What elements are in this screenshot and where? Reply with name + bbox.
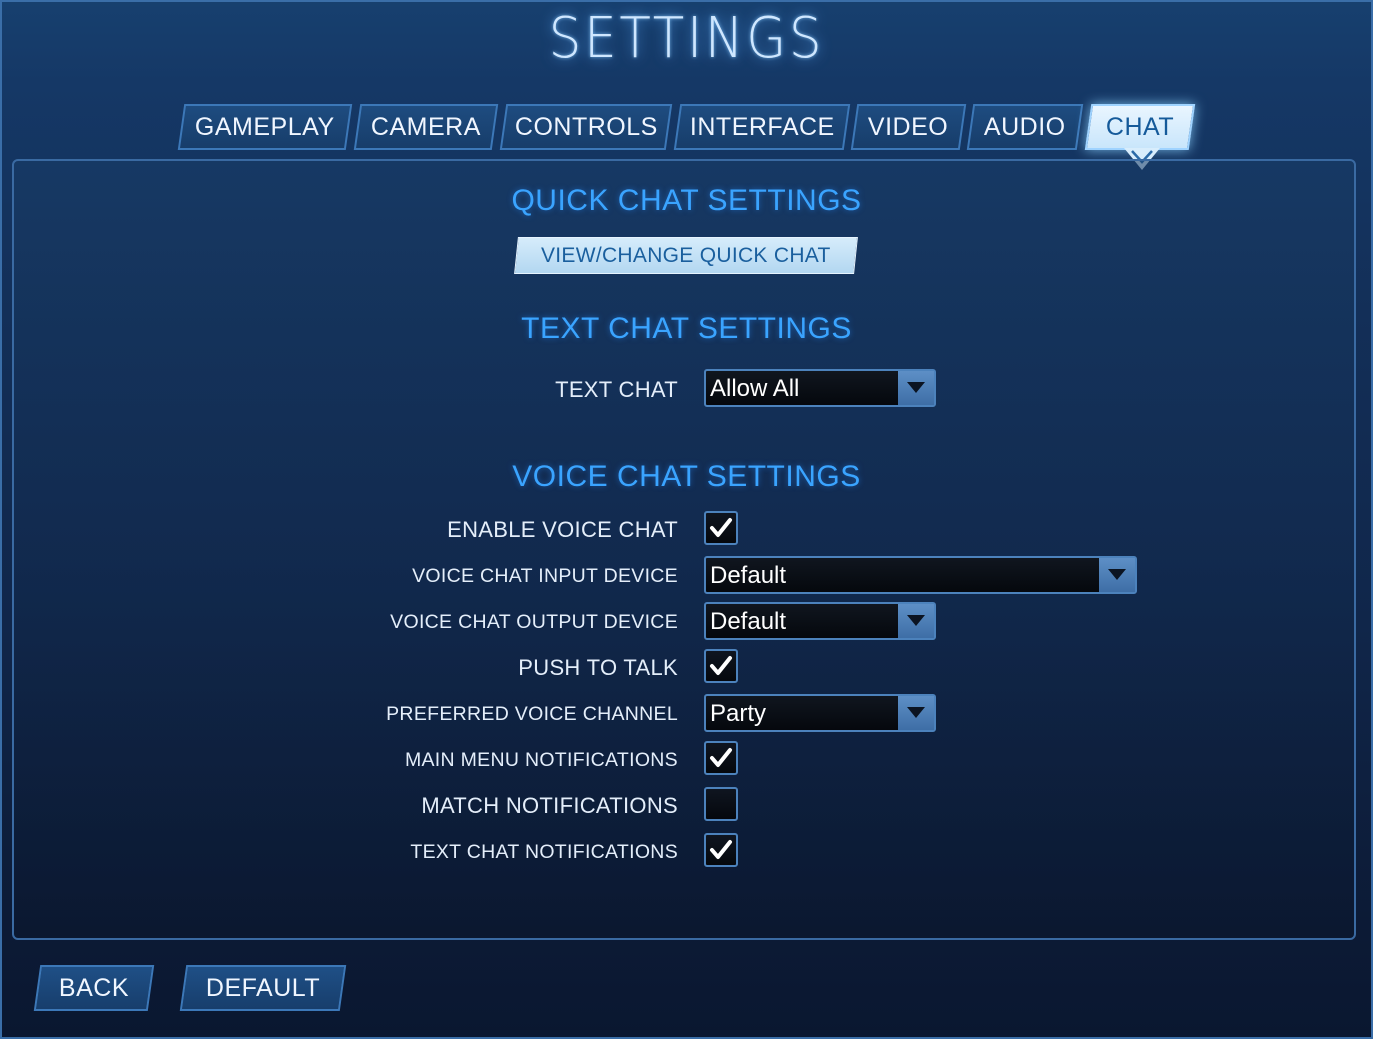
main-menu-notifications-label: MAIN MENU NOTIFICATIONS	[404, 749, 678, 771]
chevron-down-icon	[898, 604, 934, 638]
chevron-down-icon	[1099, 558, 1135, 592]
dropdown-value: Default	[710, 562, 787, 589]
chevron-down-icon	[898, 371, 934, 405]
voice-input-device-label: VOICE CHAT INPUT DEVICE	[412, 565, 678, 587]
tab-controls[interactable]: CONTROLS	[499, 104, 673, 150]
preferred-voice-channel-label: PREFERRED VOICE CHANNEL	[386, 703, 678, 725]
match-notifications-checkbox[interactable]	[704, 787, 738, 821]
voice-input-device-dropdown[interactable]: Default	[704, 556, 1137, 594]
tab-audio[interactable]: AUDIO	[966, 104, 1084, 150]
preferred-voice-channel-dropdown[interactable]: Party	[704, 694, 936, 732]
chevron-down-icon	[898, 696, 934, 730]
text-chat-heading: TEXT CHAT SETTINGS	[521, 312, 852, 345]
checkmark-icon	[710, 840, 732, 859]
dropdown-value: Allow All	[710, 375, 800, 402]
checkmark-icon	[710, 518, 732, 537]
dropdown-value: Default	[710, 608, 787, 635]
main-menu-notifications-checkbox[interactable]	[704, 741, 738, 775]
voice-chat-heading: VOICE CHAT SETTINGS	[512, 460, 861, 493]
voice-output-device-label: VOICE CHAT OUTPUT DEVICE	[390, 611, 678, 633]
button-label: VIEW/CHANGE QUICK CHAT	[541, 243, 831, 267]
page-title: SETTINGS	[548, 6, 825, 71]
tab-interface[interactable]: INTERFACE	[673, 104, 851, 150]
button-label: BACK	[58, 973, 130, 1002]
back-button[interactable]: BACK	[33, 965, 155, 1011]
tab-label: INTERFACE	[689, 112, 835, 141]
match-notifications-label: MATCH NOTIFICATIONS	[421, 793, 678, 818]
tab-label: AUDIO	[984, 112, 1066, 141]
tab-label: CHAT	[1105, 112, 1175, 141]
tab-label: GAMEPLAY	[195, 112, 335, 141]
settings-panel	[12, 159, 1356, 940]
button-label: DEFAULT	[205, 973, 321, 1002]
default-button[interactable]: DEFAULT	[179, 965, 347, 1011]
tab-chat[interactable]: CHAT	[1084, 104, 1196, 150]
checkmark-icon	[710, 748, 732, 767]
enable-voice-chat-label: ENABLE VOICE CHAT	[447, 517, 678, 542]
tab-label: CONTROLS	[514, 112, 658, 141]
tab-label: VIDEO	[868, 112, 949, 141]
text-chat-notifications-label: TEXT CHAT NOTIFICATIONS	[410, 841, 678, 863]
push-to-talk-checkbox[interactable]	[704, 649, 738, 683]
tab-camera[interactable]: CAMERA	[353, 104, 499, 150]
tab-gameplay[interactable]: GAMEPLAY	[177, 104, 353, 150]
push-to-talk-label: PUSH TO TALK	[518, 655, 678, 680]
quick-chat-heading: QUICK CHAT SETTINGS	[511, 184, 862, 217]
tab-video[interactable]: VIDEO	[850, 104, 967, 150]
checkmark-icon	[710, 656, 732, 675]
enable-voice-chat-checkbox[interactable]	[704, 511, 738, 545]
dropdown-value: Party	[710, 700, 767, 727]
voice-output-device-dropdown[interactable]: Default	[704, 602, 936, 640]
text-chat-notifications-checkbox[interactable]	[704, 833, 738, 867]
text-chat-dropdown[interactable]: Allow All	[704, 369, 936, 407]
tab-label: CAMERA	[371, 112, 481, 141]
view-change-quick-chat-button[interactable]: VIEW/CHANGE QUICK CHAT	[514, 237, 858, 274]
text-chat-label: TEXT CHAT	[555, 377, 678, 402]
